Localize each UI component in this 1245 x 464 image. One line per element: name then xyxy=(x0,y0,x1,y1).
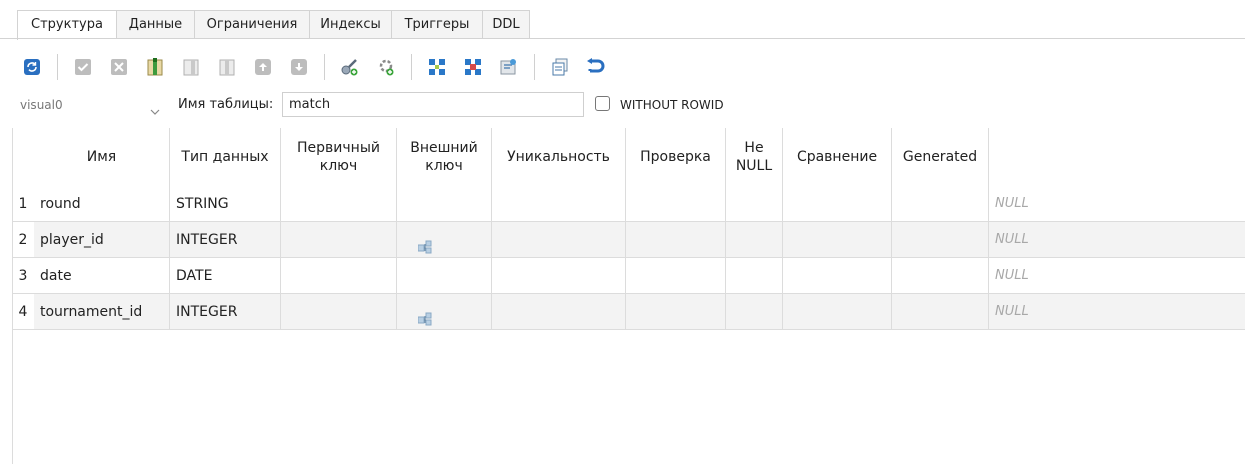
header-foreign-key[interactable]: Внешний ключ xyxy=(397,128,492,186)
tab-ddl[interactable]: DDL xyxy=(482,10,530,38)
header-generated[interactable]: Generated xyxy=(892,128,989,186)
row-number: 1 xyxy=(12,186,34,222)
database-combobox[interactable]: visual0 xyxy=(14,92,166,118)
generated-cell[interactable] xyxy=(892,294,989,330)
not-null-cell[interactable] xyxy=(726,258,783,294)
unique-cell[interactable] xyxy=(492,294,626,330)
row-number-header xyxy=(12,128,34,186)
chevron-down-icon xyxy=(150,100,160,126)
column-name-cell[interactable]: date xyxy=(34,258,170,294)
add-unique-icon[interactable] xyxy=(426,56,448,78)
check-cell[interactable] xyxy=(626,222,726,258)
add-check-icon[interactable] xyxy=(462,56,484,78)
header-unique[interactable]: Уникальность xyxy=(492,128,626,186)
table-name-label: Имя таблицы: xyxy=(178,97,274,112)
without-rowid-label: WITHOUT ROWID xyxy=(620,98,724,112)
generated-cell[interactable] xyxy=(892,258,989,294)
row-number: 4 xyxy=(12,294,34,330)
add-foreign-key-icon[interactable] xyxy=(375,56,397,78)
generated-cell[interactable] xyxy=(892,186,989,222)
toolbar-separator xyxy=(411,54,412,80)
tabs-divider xyxy=(0,38,1245,39)
not-null-cell[interactable] xyxy=(726,294,783,330)
default-value-cell[interactable]: NULL xyxy=(989,222,1245,258)
header-data-type[interactable]: Тип данных xyxy=(170,128,281,186)
unique-cell[interactable] xyxy=(492,258,626,294)
default-value-cell[interactable]: NULL xyxy=(989,186,1245,222)
column-name-cell[interactable]: player_id xyxy=(34,222,170,258)
collation-cell[interactable] xyxy=(783,258,892,294)
insert-column-icon[interactable] xyxy=(180,56,202,78)
primary-key-cell[interactable] xyxy=(281,294,397,330)
primary-key-cell[interactable] xyxy=(281,222,397,258)
foreign-key-icon xyxy=(417,304,432,340)
not-null-cell[interactable] xyxy=(726,186,783,222)
tab-data[interactable]: Данные xyxy=(116,10,194,38)
tab-triggers[interactable]: Триггеры xyxy=(391,10,482,38)
foreign-key-cell[interactable] xyxy=(397,222,492,258)
delete-column-icon[interactable] xyxy=(216,56,238,78)
toolbar-separator xyxy=(534,54,535,80)
row-number: 2 xyxy=(12,222,34,258)
default-value-cell[interactable]: NULL xyxy=(989,294,1245,330)
unique-cell[interactable] xyxy=(492,186,626,222)
column-name-cell[interactable]: tournament_id xyxy=(34,294,170,330)
tab-bar: Структура Данные Ограничения Индексы Три… xyxy=(17,10,530,40)
refresh-icon[interactable] xyxy=(21,56,43,78)
data-type-cell[interactable]: STRING xyxy=(170,186,281,222)
toolbar-separator xyxy=(57,54,58,80)
foreign-key-cell[interactable] xyxy=(397,186,492,222)
check-cell[interactable] xyxy=(626,294,726,330)
copy-icon[interactable] xyxy=(549,56,571,78)
data-type-cell[interactable]: DATE xyxy=(170,258,281,294)
primary-key-cell[interactable] xyxy=(281,258,397,294)
collation-cell[interactable] xyxy=(783,186,892,222)
rollback-icon[interactable] xyxy=(108,56,130,78)
foreign-key-cell[interactable] xyxy=(397,258,492,294)
generated-cell[interactable] xyxy=(892,222,989,258)
primary-key-cell[interactable] xyxy=(281,186,397,222)
header-check[interactable]: Проверка xyxy=(626,128,726,186)
toolbar-separator xyxy=(324,54,325,80)
collation-cell[interactable] xyxy=(783,222,892,258)
header-not-null[interactable]: Не NULL xyxy=(726,128,783,186)
add-column-icon[interactable] xyxy=(144,56,166,78)
table-name-input[interactable] xyxy=(282,92,584,117)
without-rowid-checkbox[interactable] xyxy=(595,96,610,111)
toolbar xyxy=(21,53,621,81)
add-collation-icon[interactable] xyxy=(498,56,520,78)
not-null-cell[interactable] xyxy=(726,222,783,258)
foreign-key-cell[interactable] xyxy=(397,294,492,330)
header-collation[interactable]: Сравнение xyxy=(783,128,892,186)
default-value-cell[interactable]: NULL xyxy=(989,258,1245,294)
commit-icon[interactable] xyxy=(72,56,94,78)
header-name[interactable]: Имя xyxy=(34,128,170,186)
data-type-cell[interactable]: INTEGER xyxy=(170,222,281,258)
database-combobox-value: visual0 xyxy=(20,98,63,112)
add-primary-key-icon[interactable] xyxy=(339,56,361,78)
unique-cell[interactable] xyxy=(492,222,626,258)
undo-icon[interactable] xyxy=(585,56,607,78)
tab-indexes[interactable]: Индексы xyxy=(309,10,391,38)
check-cell[interactable] xyxy=(626,258,726,294)
column-name-cell[interactable]: round xyxy=(34,186,170,222)
move-up-icon[interactable] xyxy=(252,56,274,78)
collation-cell[interactable] xyxy=(783,294,892,330)
move-down-icon[interactable] xyxy=(288,56,310,78)
tab-constraints[interactable]: Ограничения xyxy=(194,10,309,38)
row-number: 3 xyxy=(12,258,34,294)
check-cell[interactable] xyxy=(626,186,726,222)
header-primary-key[interactable]: Первичный ключ xyxy=(281,128,397,186)
data-type-cell[interactable]: INTEGER xyxy=(170,294,281,330)
tab-structure[interactable]: Структура xyxy=(17,10,116,40)
